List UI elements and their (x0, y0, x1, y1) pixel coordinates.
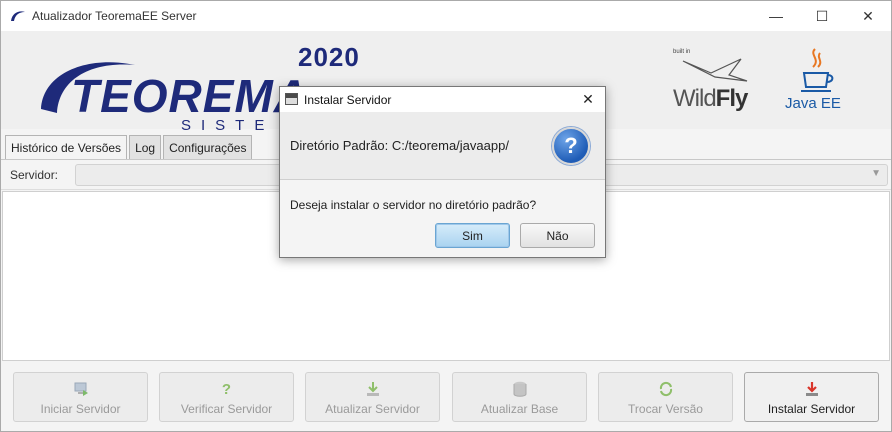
close-icon: ✕ (582, 90, 594, 107)
tab-bar: Histórico de Versões Log Configurações (5, 135, 253, 159)
maximize-button[interactable]: ☐ (799, 1, 845, 31)
dialog-title-bar[interactable]: Instalar Servidor ✕ (280, 87, 605, 112)
install-server-icon (804, 381, 820, 397)
start-server-button[interactable]: Iniciar Servidor (13, 372, 148, 422)
logo-brand: TEOREMA (71, 70, 308, 122)
dialog-content-text: Deseja instalar o servidor no diretório … (290, 198, 537, 212)
wildfly-logo: built in WildFly (673, 47, 753, 117)
java-cup-icon (801, 48, 834, 92)
check-server-icon: ? (221, 380, 232, 398)
app-swoosh-icon (11, 11, 25, 21)
swap-version-button[interactable]: Trocar Versão (598, 372, 733, 422)
javaee-wordmark: Java EE (785, 95, 841, 112)
swap-version-label: Trocar Versão (628, 402, 703, 416)
start-server-icon (73, 381, 89, 397)
logo-brand-sub: SISTE (181, 117, 275, 134)
maximize-icon: ☐ (815, 7, 829, 24)
server-label: Servidor: (10, 168, 59, 182)
action-bar: Iniciar Servidor ? Verificar Servidor At… (1, 363, 891, 430)
window-title: Atualizador TeoremaEE Server (32, 9, 197, 23)
install-server-dialog: Instalar Servidor ✕ Diretório Padrão: C:… (279, 86, 606, 258)
dialog-window-icon (285, 93, 298, 105)
close-icon: ✕ (862, 7, 874, 24)
check-server-button[interactable]: ? Verificar Servidor (159, 372, 294, 422)
wildfly-bird-icon (682, 58, 748, 82)
minimize-icon: — (769, 8, 783, 24)
minimize-button[interactable]: — (753, 1, 799, 31)
no-button[interactable]: Não (520, 223, 595, 248)
wildfly-fly: Fly (715, 85, 749, 112)
yes-button[interactable]: Sim (435, 223, 510, 248)
update-database-label: Atualizar Base (480, 402, 559, 416)
question-icon: ? (552, 127, 590, 165)
close-button[interactable]: ✕ (845, 1, 891, 31)
dialog-header-text: Diretório Padrão: C:/teorema/javaapp/ (290, 138, 509, 153)
chevron-down-icon: ▼ (871, 168, 881, 179)
install-server-label: Instalar Servidor (767, 402, 856, 416)
swap-version-icon (658, 381, 674, 397)
tab-log[interactable]: Log (129, 135, 162, 159)
update-server-button[interactable]: Atualizar Servidor (305, 372, 440, 422)
dialog-header: Diretório Padrão: C:/teorema/javaapp/ ? (280, 112, 605, 180)
tab-historico[interactable]: Histórico de Versões (5, 135, 128, 159)
database-icon (512, 381, 528, 397)
update-server-label: Atualizar Servidor (325, 402, 420, 416)
javaee-logo: Java EE (783, 47, 853, 119)
title-bar[interactable]: Atualizador TeoremaEE Server — ☐ ✕ (1, 1, 891, 31)
wildfly-wild: Wild (673, 85, 717, 112)
tab-configuracoes[interactable]: Configurações (163, 135, 253, 159)
install-server-button[interactable]: Instalar Servidor (744, 372, 879, 422)
wildfly-wordmark: WildFly (673, 85, 749, 113)
start-server-label: Iniciar Servidor (40, 402, 121, 416)
update-database-button[interactable]: Atualizar Base (452, 372, 587, 422)
dialog-title: Instalar Servidor (304, 93, 392, 107)
main-window: Atualizador TeoremaEE Server — ☐ ✕ 2020 … (0, 0, 892, 432)
check-server-label: Verificar Servidor (180, 402, 273, 416)
update-server-icon (365, 381, 381, 397)
dialog-close-button[interactable]: ✕ (575, 89, 601, 109)
